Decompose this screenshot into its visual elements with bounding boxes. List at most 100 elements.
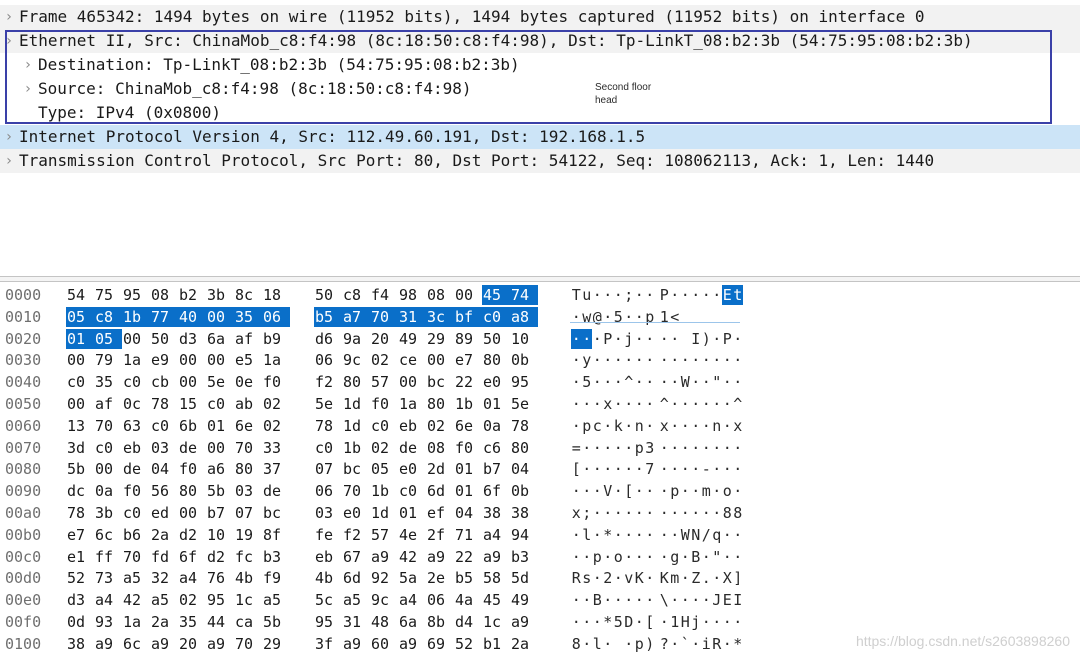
hex-byte[interactable]: 94 bbox=[510, 525, 538, 545]
ascii-char[interactable]: · bbox=[691, 590, 702, 610]
ascii-char[interactable]: · bbox=[670, 394, 681, 414]
hex-byte[interactable]: ed bbox=[150, 503, 178, 523]
ascii-char[interactable]: · bbox=[691, 438, 702, 458]
ascii-char[interactable]: W bbox=[680, 525, 691, 545]
ascii-char[interactable]: · bbox=[722, 525, 733, 545]
hex-byte[interactable]: b5 bbox=[454, 568, 482, 588]
hex-byte[interactable]: ab bbox=[234, 394, 262, 414]
expand-chevron-icon[interactable]: › bbox=[21, 77, 35, 101]
hex-byte[interactable]: 04 bbox=[150, 459, 178, 479]
ascii-char[interactable]: · bbox=[634, 459, 645, 479]
ascii-char[interactable]: · bbox=[624, 416, 635, 436]
tree-eth-type[interactable]: Type: IPv4 (0x0800) bbox=[0, 101, 1080, 125]
ascii-char[interactable]: [ bbox=[571, 459, 582, 479]
ascii-char[interactable]: · bbox=[571, 307, 582, 327]
hex-byte[interactable]: 06 bbox=[314, 350, 342, 370]
ascii-char[interactable]: B bbox=[691, 547, 702, 567]
ascii-char[interactable]: K bbox=[659, 568, 670, 588]
hex-byte[interactable]: bc bbox=[426, 372, 454, 392]
hex-byte[interactable]: ef bbox=[426, 503, 454, 523]
hex-byte[interactable]: ca bbox=[234, 612, 262, 632]
hex-byte[interactable]: 20 bbox=[178, 634, 206, 654]
ascii-char[interactable]: · bbox=[733, 459, 744, 479]
ascii-char[interactable]: · bbox=[571, 481, 582, 501]
hex-byte[interactable]: b9 bbox=[262, 329, 290, 349]
hex-byte[interactable]: 4b bbox=[234, 568, 262, 588]
ascii-char[interactable]: ; bbox=[624, 285, 635, 305]
hex-byte[interactable]: c0 bbox=[314, 438, 342, 458]
hex-byte[interactable]: 02 bbox=[426, 416, 454, 436]
ascii-char[interactable]: · bbox=[712, 438, 723, 458]
hex-byte[interactable]: 69 bbox=[426, 634, 454, 654]
ascii-char[interactable]: · bbox=[634, 612, 645, 632]
hex-byte[interactable]: 8c bbox=[234, 285, 262, 305]
hex-byte[interactable]: 92 bbox=[370, 568, 398, 588]
ascii-char[interactable]: · bbox=[691, 459, 702, 479]
hex-byte[interactable]: 78 bbox=[314, 416, 342, 436]
hex-byte[interactable]: 1b bbox=[122, 306, 150, 327]
hex-byte[interactable]: 5b bbox=[206, 481, 234, 501]
hex-byte[interactable]: 1d bbox=[342, 416, 370, 436]
hex-byte[interactable]: 70 bbox=[94, 416, 122, 436]
ascii-char[interactable]: I bbox=[733, 590, 744, 610]
ascii-char[interactable]: o bbox=[613, 547, 624, 567]
hex-byte[interactable]: 1a bbox=[122, 350, 150, 370]
ascii-char[interactable]: · bbox=[624, 590, 635, 610]
hex-byte[interactable]: 38 bbox=[482, 503, 510, 523]
ascii-char[interactable]: · bbox=[659, 525, 670, 545]
ascii-char[interactable]: · bbox=[613, 568, 624, 588]
ascii-char[interactable]: · bbox=[603, 503, 614, 523]
ascii-char[interactable]: · bbox=[645, 568, 656, 588]
ascii-char[interactable]: · bbox=[634, 329, 645, 349]
ascii-char[interactable]: · bbox=[670, 350, 681, 370]
hex-byte[interactable]: 0d bbox=[66, 612, 94, 632]
hex-byte[interactable]: 89 bbox=[454, 329, 482, 349]
hex-byte[interactable]: 79 bbox=[94, 350, 122, 370]
expand-chevron-icon[interactable]: › bbox=[2, 5, 16, 29]
hex-byte[interactable]: 1b bbox=[370, 481, 398, 501]
ascii-char[interactable]: p bbox=[670, 481, 681, 501]
hex-byte[interactable]: 13 bbox=[66, 416, 94, 436]
ascii-char[interactable]: · bbox=[592, 350, 603, 370]
hex-byte[interactable]: f2 bbox=[342, 525, 370, 545]
hex-byte[interactable]: 70 bbox=[370, 306, 398, 327]
ascii-char[interactable]: B bbox=[592, 590, 603, 610]
hex-byte[interactable]: 0a bbox=[482, 416, 510, 436]
hex-byte[interactable]: a8 bbox=[510, 306, 538, 327]
ascii-char[interactable]: · bbox=[571, 525, 582, 545]
ascii-char[interactable]: · bbox=[571, 394, 582, 414]
hex-byte[interactable]: 6d bbox=[426, 481, 454, 501]
tree-ipv4[interactable]: › Internet Protocol Version 4, Src: 112.4… bbox=[0, 125, 1080, 149]
hex-byte[interactable]: 6e bbox=[454, 416, 482, 436]
hex-byte[interactable]: a4 bbox=[398, 590, 426, 610]
ascii-char[interactable]: · bbox=[613, 503, 624, 523]
hex-byte[interactable]: 03 bbox=[234, 481, 262, 501]
ascii-char[interactable]: j bbox=[624, 329, 635, 349]
ascii-char[interactable]: · bbox=[613, 350, 624, 370]
ascii-char[interactable]: · bbox=[613, 481, 624, 501]
ascii-char[interactable]: · bbox=[603, 590, 614, 610]
ascii-char[interactable]: · bbox=[582, 612, 593, 632]
ascii-char[interactable]: q bbox=[712, 525, 723, 545]
hex-byte[interactable]: 2d bbox=[426, 459, 454, 479]
hex-byte[interactable]: 6e bbox=[234, 416, 262, 436]
hex-byte[interactable]: a5 bbox=[150, 590, 178, 610]
ascii-char[interactable]: · bbox=[592, 438, 603, 458]
ascii-char[interactable]: ^ bbox=[659, 394, 670, 414]
hex-byte[interactable]: 40 bbox=[178, 306, 206, 327]
ascii-char[interactable]: · bbox=[733, 372, 744, 392]
ascii-char[interactable]: p bbox=[634, 634, 645, 654]
hex-byte[interactable]: 29 bbox=[262, 634, 290, 654]
tree-ethernet[interactable]: › Ethernet II, Src: ChinaMob_c8:f4:98 (8c… bbox=[0, 29, 1080, 53]
ascii-char[interactable]: · bbox=[592, 329, 603, 349]
hex-byte[interactable]: c8 bbox=[342, 285, 370, 305]
hex-byte[interactable]: 0c bbox=[122, 394, 150, 414]
hex-byte[interactable]: 01 bbox=[482, 394, 510, 414]
hex-byte[interactable]: 08 bbox=[150, 285, 178, 305]
hex-byte[interactable]: 95 bbox=[206, 590, 234, 610]
hex-byte[interactable]: eb bbox=[398, 416, 426, 436]
ascii-char[interactable]: · bbox=[691, 503, 702, 523]
ascii-char[interactable]: · bbox=[670, 372, 681, 392]
ascii-char[interactable]: · bbox=[680, 459, 691, 479]
hex-byte[interactable]: a9 bbox=[150, 634, 178, 654]
